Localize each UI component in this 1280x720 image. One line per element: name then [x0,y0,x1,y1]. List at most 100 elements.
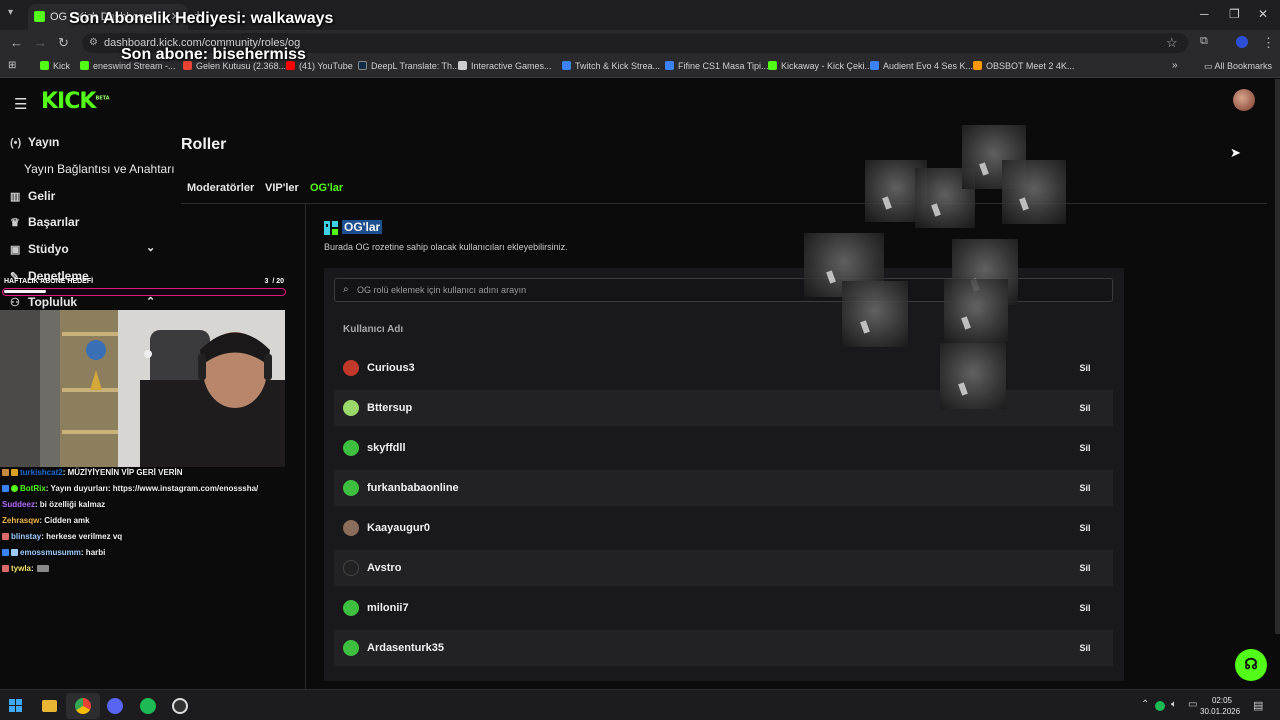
tab-ogs[interactable]: OG'lar [310,182,343,194]
apps-grid-icon[interactable]: ⊞ [8,60,16,71]
network-icon[interactable]: ▭ [1188,699,1197,710]
extensions-icon[interactable]: ⧉ [1200,35,1208,48]
sub-badge-icon [2,533,9,540]
forward-icon[interactable]: → [34,35,47,50]
remove-button[interactable]: Sil [1071,437,1099,459]
chat-message: Suddeez: bi özelliği kalmaz [2,500,106,509]
user-avatar-icon [343,600,359,616]
mouse-cursor-icon: ➤ [1230,145,1241,160]
chat-message: tywla: [2,564,51,573]
kick-logo[interactable]: KICKBETA [41,89,110,114]
remove-button[interactable]: Sil [1071,517,1099,539]
bookmark-item[interactable]: Interactive Games... [458,61,552,71]
hamburger-menu-icon[interactable]: ☰ [14,95,27,113]
user-name: furkanbabaonline [367,482,459,494]
tab-vips[interactable]: VIP'ler [265,182,299,194]
meme-image [944,279,1008,343]
bookmark-item[interactable]: Kickaway - Kick Çeki... [768,61,872,71]
remove-button[interactable]: Sil [1071,397,1099,419]
user-row: skyffdll Sil [334,430,1113,466]
reload-icon[interactable]: ↻ [58,35,69,51]
chat-message: Zehrasqw: Cidden amk [2,516,90,525]
system-clock[interactable]: 02:05 30.01.2026 [1200,695,1240,717]
chrome-icon[interactable] [75,698,91,714]
section-description: Burada OG rozetine sahip olacak kullanıc… [324,242,568,252]
kick-favicon-icon [34,11,45,22]
spotify-icon[interactable] [140,698,156,714]
volume-icon[interactable]: 🔈︎ [1171,699,1177,710]
weekly-sub-goal: HAFTALIK ABONE HEDEFİ 3 / 20 [2,277,286,299]
bot-badge-icon [2,549,9,556]
user-avatar-icon [343,480,359,496]
tab-moderators[interactable]: Moderatörler [187,182,254,194]
minimize-icon[interactable]: ─ [1200,7,1209,21]
user-avatar-icon [343,360,359,376]
user-name: Curious3 [367,362,415,374]
bookmark-item[interactable]: Fifine CS1 Masa Tipi... [665,61,769,71]
page-scrollbar[interactable] [1275,79,1280,634]
user-name: Avstro [367,562,402,574]
windows-taskbar: ⌃ 🔈︎ ▭ 02:05 30.01.2026 ▤ [0,689,1280,720]
windows-start-icon[interactable] [9,699,22,712]
user-avatar-icon [343,640,359,656]
more-bookmarks-icon[interactable]: » [1172,60,1178,71]
search-placeholder: OG rolü eklemek için kullanıcı adını ara… [357,285,527,295]
more-menu-icon[interactable]: ⋮ [1262,35,1275,51]
discord-icon[interactable] [107,698,123,714]
site-info-icon[interactable]: ⚙ [89,37,98,48]
gift-badge-icon [11,469,18,476]
studio-icon: ▣ [10,244,21,256]
user-row: Avstro Sil [334,550,1113,586]
goal-label: HAFTALIK ABONE HEDEFİ [4,278,94,285]
user-row: Ardasenturk35 Sil [334,630,1113,666]
user-name: Kaayaugur0 [367,522,430,534]
column-header-username: Kullanıcı Adı [343,324,404,335]
verified-badge-icon [11,485,18,492]
sidebar-item-achievements[interactable]: ♛ Başarılar [10,215,79,229]
remove-button[interactable]: Sil [1071,557,1099,579]
remove-button[interactable]: Sil [1071,357,1099,379]
user-name: skyffdll [367,442,406,454]
tray-expand-icon[interactable]: ⌃ [1141,699,1149,710]
user-name: milonii7 [367,602,409,614]
bookmark-item[interactable]: Kick [40,61,70,71]
sub-badge-icon [11,549,18,556]
support-chat-icon[interactable]: ☊ [1235,649,1267,681]
user-row: Kaayaugur0 Sil [334,510,1113,546]
bot-badge-icon [2,485,9,492]
sidebar-item-stream-keys[interactable]: Yayın Bağlantısı ve Anahtarı [24,162,175,176]
file-explorer-icon[interactable] [42,700,57,712]
last-subscriber-overlay: Son abone: bisehermiss [121,46,306,63]
meme-image [842,281,908,347]
remove-button[interactable]: Sil [1071,597,1099,619]
chat-message: blinstay: herkese verilmez vq [2,532,122,541]
bookmark-item[interactable]: Audient Evo 4 Ses K... [870,61,973,71]
sidebar-item-revenue[interactable]: ▥ Gelir [10,189,55,203]
user-avatar[interactable] [1233,89,1255,111]
tray-spotify-icon[interactable] [1155,701,1165,711]
chevron-down-icon: ⌄ [146,242,156,254]
bookmark-item[interactable]: OBSBOT Meet 2 4K... [973,61,1074,71]
tab-search-icon[interactable]: ▾ [8,7,13,18]
goal-progress-track [2,288,286,296]
notifications-icon[interactable]: ▤ [1253,699,1263,712]
sidebar-item-stream[interactable]: (•) Yayın [10,135,59,149]
profile-icon[interactable] [1236,36,1248,48]
remove-button[interactable]: Sil [1071,637,1099,659]
bookmark-item[interactable]: DeepL Translate: Th... [358,61,460,71]
webcam-feed [0,310,285,467]
bookmark-item[interactable]: Twitch & Kick Strea... [562,61,660,71]
restore-icon[interactable]: ❐ [1229,7,1240,21]
back-icon[interactable]: ← [10,35,23,50]
page-title: Roller [181,136,227,153]
folder-icon: ▭ [1204,61,1215,71]
obs-icon[interactable] [172,698,188,714]
search-icon: ⌕ [343,284,349,295]
sidebar-item-studio[interactable]: ▣ Stüdyo ⌄ [10,242,160,256]
all-bookmarks-folder[interactable]: ▭ All Bookmarks [1204,61,1272,72]
close-window-icon[interactable]: ✕ [1258,7,1268,21]
sub-badge-icon [2,469,9,476]
remove-button[interactable]: Sil [1071,477,1099,499]
chat-message: BotRix: Yayın duyurları: https://www.ins… [2,484,258,493]
bookmark-star-icon[interactable]: ☆ [1166,35,1178,51]
